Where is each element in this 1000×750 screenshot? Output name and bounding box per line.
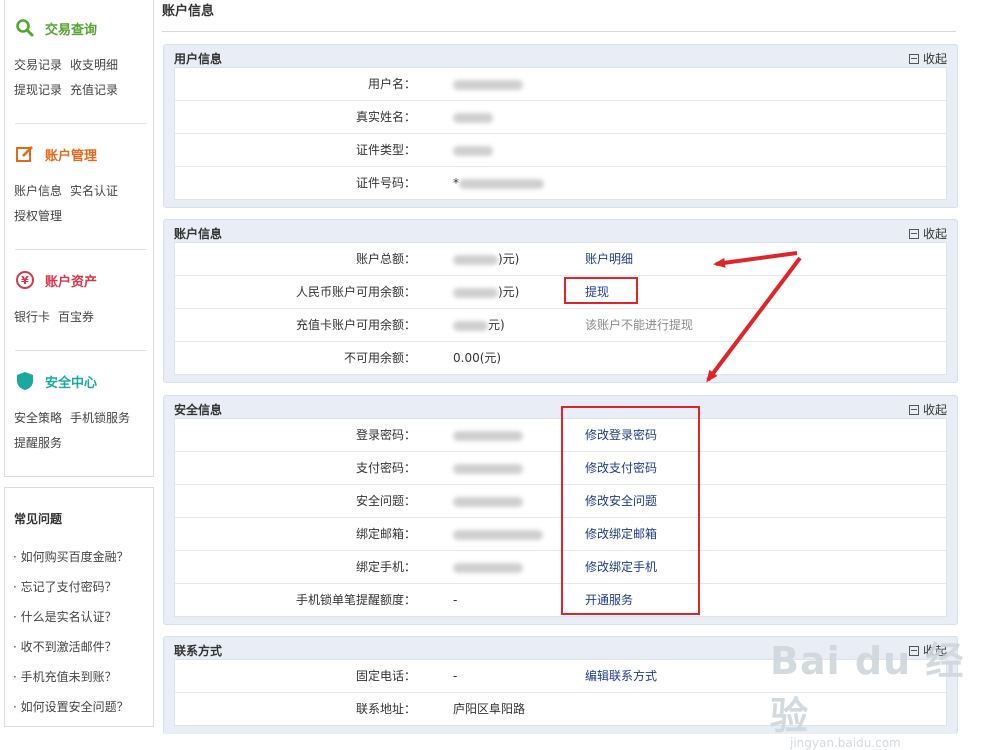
watermark-url: jingyan.baidu.com [790,736,901,750]
watermark-logo: Bai du 经验 [770,639,965,738]
annotation-arrows [706,251,802,383]
baidu-jingyan-watermark: Bai du 经验 jingyan.baidu.com [770,630,1000,750]
arrow-to-security [706,256,802,383]
arrow-to-withdraw [713,251,798,268]
